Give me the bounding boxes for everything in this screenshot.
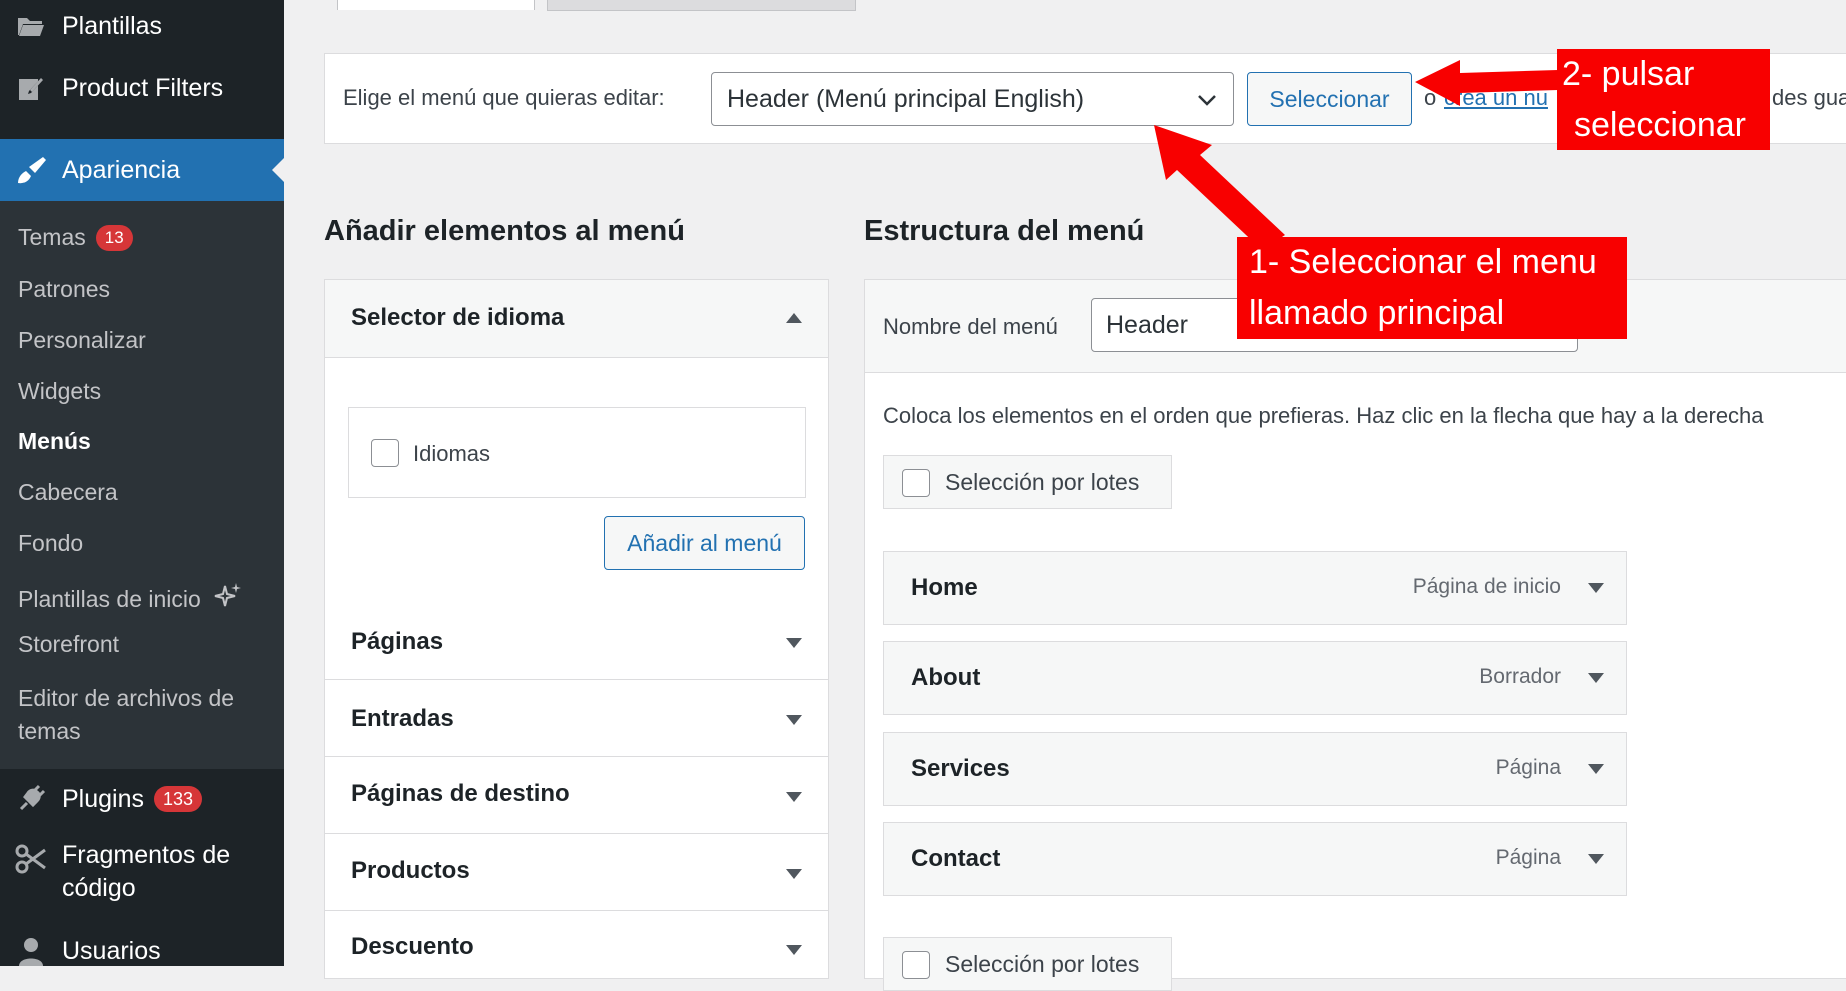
- menu-select-dropdown[interactable]: Header (Menú principal English): [711, 72, 1234, 126]
- menu-item-contact[interactable]: Contact Página: [883, 822, 1627, 896]
- expand-arrow-icon[interactable]: [786, 638, 802, 648]
- accordion-section-productos[interactable]: Productos: [325, 834, 828, 911]
- plugin-update-badge: 133: [154, 786, 203, 812]
- select-button[interactable]: Seleccionar: [1247, 72, 1412, 126]
- selected-menu-value: Header (Menú principal English): [727, 84, 1085, 113]
- accordion-section-paginas[interactable]: Páginas: [325, 603, 828, 680]
- submenu-item-storefront[interactable]: Storefront: [18, 631, 119, 658]
- sidebar-item-fragmentos[interactable]: Fragmentos de código: [0, 832, 284, 912]
- sidebar-item-label: Fragmentos de: [62, 841, 231, 869]
- submenu-item-cabecera[interactable]: Cabecera: [18, 479, 118, 506]
- menu-name-label: Nombre del menú: [883, 314, 1058, 339]
- nav-tab-edge[interactable]: [547, 0, 856, 11]
- sidebar-item-plantillas[interactable]: Plantillas: [0, 0, 284, 57]
- bulk-select-checkbox[interactable]: [902, 469, 930, 497]
- expand-arrow-icon[interactable]: [786, 869, 802, 879]
- add-to-menu-button[interactable]: Añadir al menú: [604, 516, 805, 570]
- bulk-select-checkbox[interactable]: [902, 951, 930, 979]
- user-icon: [0, 936, 62, 966]
- sidebar-item-label: Apariencia: [62, 155, 181, 184]
- expand-arrow-icon[interactable]: [786, 792, 802, 802]
- sidebar-item-label-line2: código: [62, 874, 136, 902]
- appearance-submenu: Temas 13 Patrones Personalizar Widgets M…: [0, 201, 284, 769]
- accordion-section-paginas-destino[interactable]: Páginas de destino: [325, 757, 828, 834]
- expand-arrow-icon[interactable]: [786, 715, 802, 725]
- edit-icon: [0, 74, 62, 102]
- submenu-item-patrones[interactable]: Patrones: [18, 276, 110, 303]
- submenu-item-editor-archivos[interactable]: Editor de archivos de temas: [18, 682, 234, 748]
- sidebar-item-apariencia[interactable]: Apariencia: [0, 139, 284, 201]
- expand-item-icon[interactable]: [1588, 673, 1604, 683]
- menu-item-about[interactable]: About Borrador: [883, 641, 1627, 715]
- sidebar-item-product-filters[interactable]: Product Filters: [0, 57, 284, 119]
- select-bar-or-text: o: [1424, 85, 1437, 110]
- menu-instructions: Coloca los elementos en el orden que pre…: [883, 403, 1764, 428]
- submenu-item-personalizar[interactable]: Personalizar: [18, 327, 146, 354]
- submenu-item-menus[interactable]: Menús: [18, 428, 91, 455]
- expand-item-icon[interactable]: [1588, 764, 1604, 774]
- accordion-section-entradas[interactable]: Entradas: [325, 680, 828, 757]
- sidebar-item-label: Plantillas: [62, 11, 163, 40]
- menu-structure-heading: Estructura del menú: [864, 215, 1145, 247]
- expand-arrow-icon[interactable]: [786, 945, 802, 955]
- bulk-select-bottom[interactable]: Selección por lotes: [883, 937, 1172, 991]
- scissors-icon: [0, 832, 62, 874]
- accordion-section-descuento[interactable]: Descuento: [325, 911, 828, 978]
- submenu-item-temas[interactable]: Temas 13: [18, 224, 133, 251]
- submenu-item-fondo[interactable]: Fondo: [18, 530, 83, 557]
- select-bar-trailing-text: des gua: [1772, 85, 1846, 110]
- admin-sidebar: Plantillas Product Filters Apariencia Te…: [0, 0, 284, 966]
- folder-icon: [0, 14, 62, 38]
- submenu-item-widgets[interactable]: Widgets: [18, 378, 101, 405]
- nav-tab-edge[interactable]: [337, 0, 535, 10]
- create-new-menu-link[interactable]: crea un nu: [1444, 85, 1548, 111]
- collapse-arrow-icon[interactable]: [786, 313, 802, 323]
- sidebar-item-label: Plugins: [62, 784, 144, 813]
- plugin-icon: [0, 784, 62, 814]
- menu-item-services[interactable]: Services Página: [883, 732, 1627, 806]
- submenu-item-plantillas-inicio[interactable]: Plantillas de inicio: [18, 581, 243, 617]
- accordion-section-selector-idioma[interactable]: Selector de idioma: [325, 280, 828, 358]
- annotation-step2: 2- pulsar seleccionar: [1557, 49, 1770, 150]
- sidebar-item-usuarios[interactable]: Usuarios: [0, 920, 284, 982]
- annotation-step1: 1- Seleccionar el menu llamado principal: [1237, 237, 1627, 339]
- bulk-select-top[interactable]: Selección por lotes: [883, 455, 1172, 509]
- paintbrush-icon: [0, 155, 62, 185]
- menu-item-home[interactable]: Home Página de inicio: [883, 551, 1627, 625]
- expand-item-icon[interactable]: [1588, 854, 1604, 864]
- sidebar-item-label: Usuarios: [62, 936, 161, 965]
- sidebar-item-label: Product Filters: [62, 73, 224, 102]
- add-items-accordion: Selector de idioma Páginas Entradas Pági…: [324, 279, 829, 979]
- chevron-down-icon: [1195, 85, 1219, 122]
- idiomas-checkbox[interactable]: [371, 439, 399, 467]
- expand-item-icon[interactable]: [1588, 583, 1604, 593]
- menu-select-label: Elige el menú que quieras editar:: [343, 85, 665, 110]
- sidebar-item-plugins[interactable]: Plugins 133: [0, 768, 284, 830]
- language-options-box: Idiomas: [348, 407, 806, 498]
- update-count-badge: 13: [95, 224, 133, 251]
- add-items-heading: Añadir elementos al menú: [324, 215, 685, 247]
- sparkles-icon: [213, 581, 243, 617]
- idiomas-label: Idiomas: [413, 441, 491, 466]
